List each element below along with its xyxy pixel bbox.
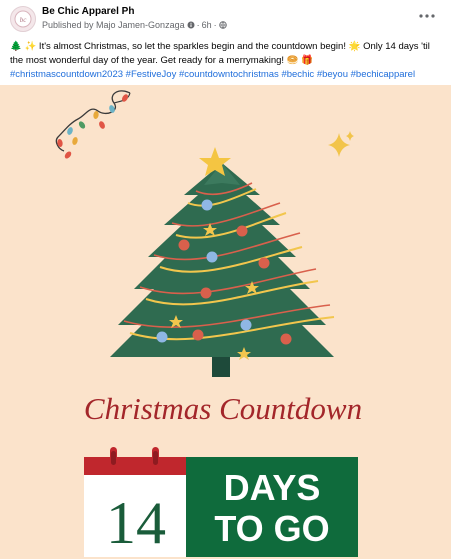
page-name[interactable]: Be Chic Apparel Ph: [42, 6, 134, 17]
more-options-button[interactable]: [415, 8, 439, 24]
hashtag[interactable]: #bechicapparel: [351, 69, 415, 80]
caption-text: 🌲 ✨ It's almost Christmas, so let the sp…: [10, 41, 430, 66]
post-caption: 🌲 ✨ It's almost Christmas, so let the sp…: [10, 40, 442, 82]
hashtag[interactable]: #beyou: [317, 69, 348, 80]
hashtag[interactable]: #countdowntochristmas: [179, 69, 279, 80]
page-avatar[interactable]: bc: [10, 6, 36, 32]
hashtag[interactable]: #FestiveJoy: [126, 69, 177, 80]
days-label: DAYS: [224, 467, 321, 508]
meta-separator: ·: [213, 20, 217, 30]
countdown-number: 14: [106, 490, 166, 556]
calendar-card: 14: [84, 447, 188, 557]
post-header: bc Be Chic Apparel Ph Published by Majo …: [0, 0, 451, 36]
string-lights-icon: [55, 90, 131, 159]
published-by[interactable]: Published by Majo Jamen-Gonzaga: [42, 20, 185, 30]
image-title: Christmas Countdown: [84, 391, 362, 426]
hashtag[interactable]: #bechic: [281, 69, 314, 80]
post-image[interactable]: Christmas Countdown 14 DAYS TO GO: [0, 85, 451, 559]
sparkle-icon: [328, 131, 354, 157]
post-time[interactable]: 6h: [202, 20, 212, 30]
facebook-post: bc Be Chic Apparel Ph Published by Majo …: [0, 0, 451, 559]
to-go-label: TO GO: [214, 508, 329, 549]
christmas-tree: [110, 147, 335, 377]
svg-text:bc: bc: [20, 16, 28, 24]
more-icon: [419, 14, 435, 18]
globe-icon[interactable]: [218, 21, 227, 29]
hashtag[interactable]: #christmascountdown2023: [10, 69, 123, 80]
avatar-logo-icon: bc: [14, 10, 32, 28]
hashtag-list: #christmascountdown2023 #FestiveJoy #cou…: [10, 69, 415, 80]
christmas-countdown-graphic: Christmas Countdown 14 DAYS TO GO: [55, 90, 362, 557]
info-icon[interactable]: [187, 21, 195, 29]
post-meta: Published by Majo Jamen-Gonzaga · 6h ·: [42, 20, 227, 30]
days-to-go-card: DAYS TO GO: [186, 457, 358, 557]
meta-separator: ·: [196, 20, 200, 30]
